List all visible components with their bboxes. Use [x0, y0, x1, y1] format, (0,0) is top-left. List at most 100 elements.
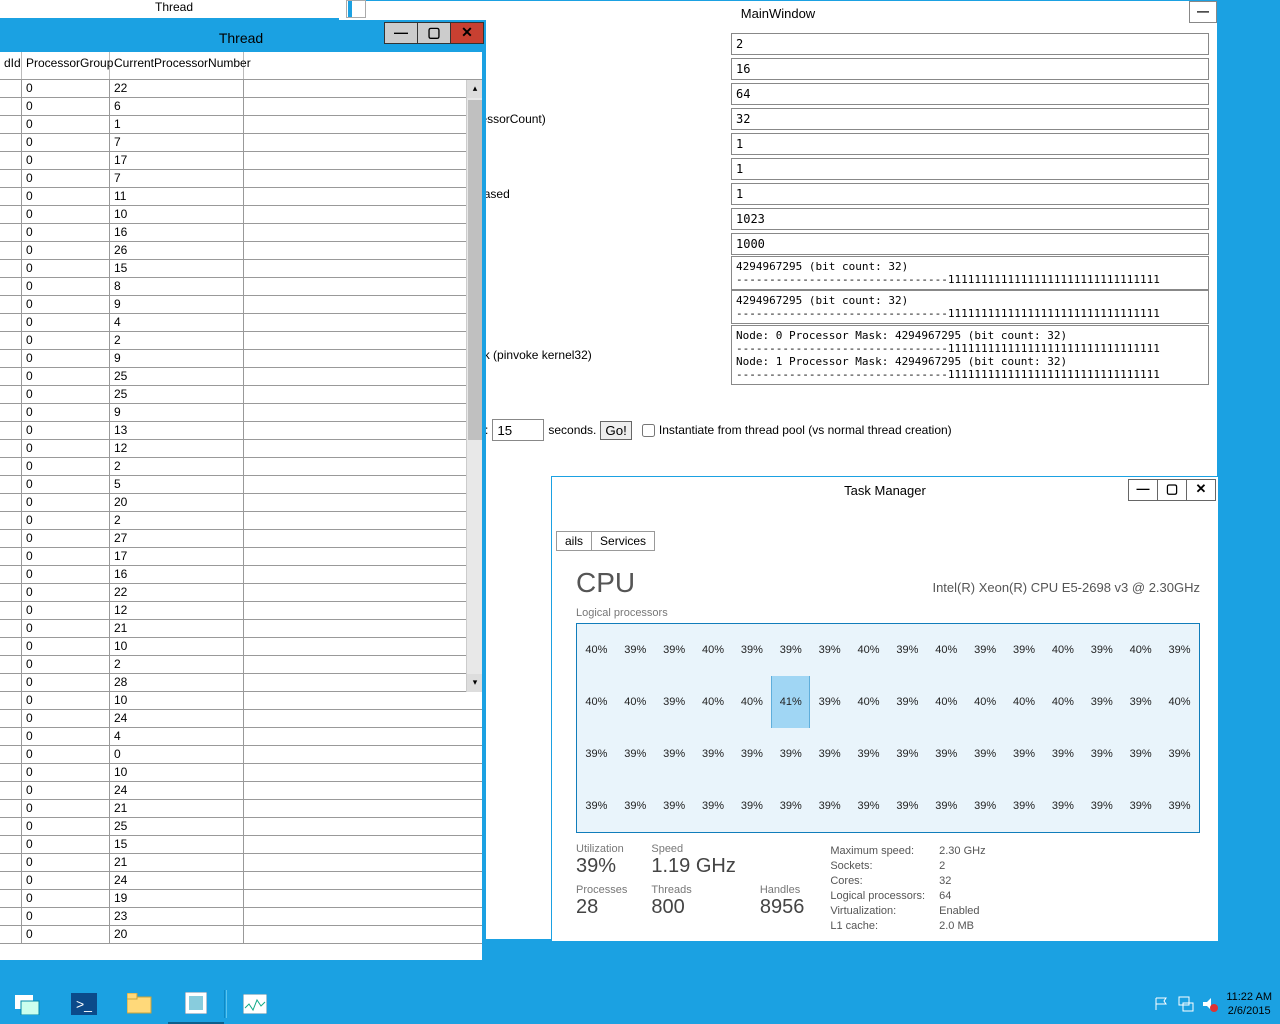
- scroll-down-icon[interactable]: ▾: [467, 674, 482, 692]
- cpu-cell[interactable]: 39%: [966, 728, 1005, 780]
- table-row[interactable]: 023: [0, 908, 482, 926]
- cpu-cell[interactable]: 39%: [927, 728, 966, 780]
- table-row[interactable]: 022: [0, 584, 482, 602]
- table-row[interactable]: 010: [0, 692, 482, 710]
- table-row[interactable]: 025: [0, 368, 482, 386]
- go-button[interactable]: Go!: [600, 421, 631, 440]
- table-row[interactable]: 02: [0, 332, 482, 350]
- cpu-cell[interactable]: 40%: [966, 676, 1005, 728]
- cpu-cell[interactable]: 40%: [616, 676, 655, 728]
- cpu-cell[interactable]: 40%: [577, 624, 616, 676]
- table-row[interactable]: 012: [0, 602, 482, 620]
- table-row[interactable]: 04: [0, 728, 482, 746]
- table-row[interactable]: 025: [0, 818, 482, 836]
- table-row[interactable]: 025: [0, 386, 482, 404]
- cpu-cell[interactable]: 39%: [1082, 780, 1121, 832]
- cpu-cell[interactable]: 39%: [849, 728, 888, 780]
- app-icon[interactable]: [168, 984, 224, 1024]
- tm-close-button[interactable]: ✕: [1186, 479, 1216, 501]
- table-row[interactable]: 026: [0, 242, 482, 260]
- thread-maximize-button[interactable]: ▢: [417, 22, 451, 44]
- cpu-cell[interactable]: 39%: [1160, 780, 1199, 832]
- cpu-cell[interactable]: 39%: [616, 780, 655, 832]
- cpu-cell[interactable]: 41%: [771, 676, 810, 728]
- cpu-cell[interactable]: 39%: [1005, 780, 1044, 832]
- tm-minimize-button[interactable]: —: [1128, 479, 1158, 501]
- seconds-input[interactable]: [492, 419, 544, 441]
- cpu-cell[interactable]: 39%: [694, 728, 733, 780]
- cpu-cell[interactable]: 39%: [1005, 728, 1044, 780]
- cpu-cell[interactable]: 39%: [888, 780, 927, 832]
- cpu-cell[interactable]: 40%: [694, 624, 733, 676]
- cpu-cell[interactable]: 39%: [577, 780, 616, 832]
- main-row-value[interactable]: 1000: [731, 233, 1209, 255]
- cpu-cell[interactable]: 39%: [733, 780, 772, 832]
- cpu-cell[interactable]: 39%: [655, 780, 694, 832]
- thread-minimize-button[interactable]: —: [384, 22, 418, 44]
- tab-services[interactable]: Services: [591, 531, 655, 551]
- table-row[interactable]: 017: [0, 548, 482, 566]
- main-row-value[interactable]: 1023: [731, 208, 1209, 230]
- table-row[interactable]: 021: [0, 620, 482, 638]
- flag-icon[interactable]: [1154, 996, 1170, 1012]
- table-row[interactable]: 011: [0, 188, 482, 206]
- cpu-cell[interactable]: 39%: [1121, 676, 1160, 728]
- scroll-thumb[interactable]: [468, 100, 482, 440]
- cpu-cell[interactable]: 39%: [733, 624, 772, 676]
- cpu-cell[interactable]: 39%: [1082, 624, 1121, 676]
- cpu-cell[interactable]: 39%: [927, 780, 966, 832]
- cpu-cell[interactable]: 39%: [655, 676, 694, 728]
- table-row[interactable]: 010: [0, 764, 482, 782]
- table-row[interactable]: 010: [0, 206, 482, 224]
- cpu-cell[interactable]: 40%: [1121, 624, 1160, 676]
- volume-muted-icon[interactable]: [1202, 996, 1218, 1012]
- cpu-cell[interactable]: 39%: [771, 728, 810, 780]
- table-row[interactable]: 016: [0, 566, 482, 584]
- table-row[interactable]: 021: [0, 800, 482, 818]
- main-row-value[interactable]: Node: 0 Processor Mask: 4294967295 (bit …: [731, 325, 1209, 385]
- cpu-cell[interactable]: 39%: [810, 676, 849, 728]
- cpu-cell[interactable]: 39%: [966, 624, 1005, 676]
- cpu-cell[interactable]: 40%: [694, 676, 733, 728]
- table-row[interactable]: 05: [0, 476, 482, 494]
- cpu-cell[interactable]: 39%: [810, 780, 849, 832]
- server-manager-icon[interactable]: [0, 984, 56, 1024]
- cpu-cell[interactable]: 40%: [1160, 676, 1199, 728]
- restore-icon[interactable]: [346, 0, 366, 18]
- cpu-cell[interactable]: 40%: [1044, 676, 1083, 728]
- table-row[interactable]: 017: [0, 152, 482, 170]
- tm-maximize-button[interactable]: ▢: [1157, 479, 1187, 501]
- network-icon[interactable]: [1178, 996, 1194, 1012]
- table-row[interactable]: 019: [0, 890, 482, 908]
- table-row[interactable]: 01: [0, 116, 482, 134]
- table-row[interactable]: 020: [0, 926, 482, 944]
- table-row[interactable]: 027: [0, 530, 482, 548]
- table-row[interactable]: 06: [0, 98, 482, 116]
- cpu-cell[interactable]: 39%: [888, 728, 927, 780]
- table-row[interactable]: 015: [0, 836, 482, 854]
- table-row[interactable]: 016: [0, 224, 482, 242]
- cpu-cell[interactable]: 40%: [733, 676, 772, 728]
- table-row[interactable]: 015: [0, 260, 482, 278]
- main-row-value[interactable]: 1: [731, 183, 1209, 205]
- main-minimize-button[interactable]: —: [1189, 1, 1217, 23]
- main-row-value[interactable]: 4294967295 (bit count: 32) -------------…: [731, 256, 1209, 290]
- table-row[interactable]: 09: [0, 296, 482, 314]
- table-row[interactable]: 024: [0, 872, 482, 890]
- table-row[interactable]: 08: [0, 278, 482, 296]
- table-row[interactable]: 09: [0, 404, 482, 422]
- table-row[interactable]: 022: [0, 80, 482, 98]
- scroll-up-icon[interactable]: ▴: [467, 80, 482, 98]
- cpu-cell[interactable]: 39%: [1044, 728, 1083, 780]
- powershell-icon[interactable]: >_: [56, 984, 112, 1024]
- cpu-cell[interactable]: 39%: [616, 728, 655, 780]
- table-row[interactable]: 07: [0, 170, 482, 188]
- table-row[interactable]: 024: [0, 782, 482, 800]
- cpu-cell[interactable]: 39%: [1044, 780, 1083, 832]
- cpu-cell[interactable]: 40%: [927, 676, 966, 728]
- cpu-cell[interactable]: 39%: [655, 728, 694, 780]
- cpu-cell[interactable]: 39%: [771, 780, 810, 832]
- cpu-cell[interactable]: 40%: [577, 676, 616, 728]
- table-row[interactable]: 021: [0, 854, 482, 872]
- cpu-cell[interactable]: 39%: [1082, 728, 1121, 780]
